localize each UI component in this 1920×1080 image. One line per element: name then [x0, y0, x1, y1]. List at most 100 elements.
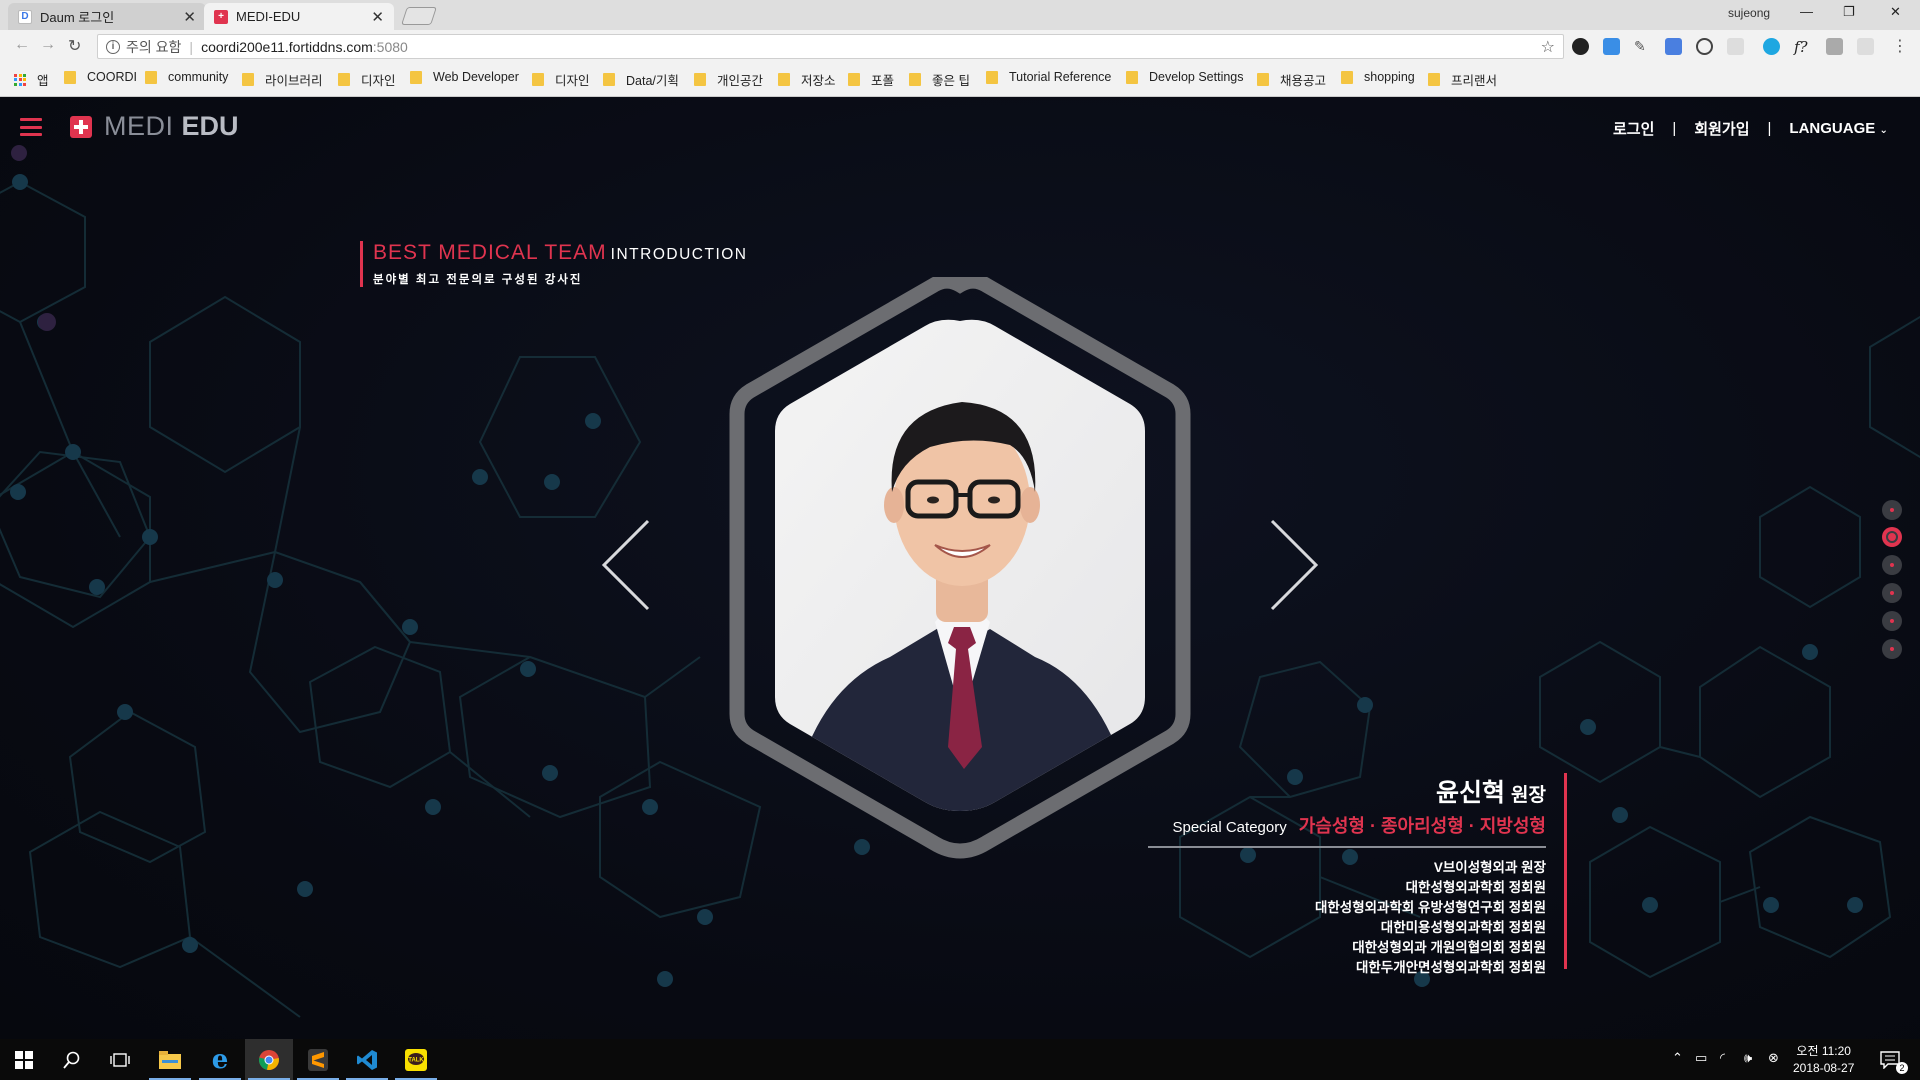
chrome-icon[interactable]	[245, 1039, 293, 1080]
apps-grid-icon	[14, 73, 26, 86]
chevron-up-icon[interactable]: ⌃	[1672, 1050, 1683, 1066]
font-extension-icon[interactable]: f?	[1794, 38, 1811, 56]
file-explorer-icon[interactable]	[146, 1039, 194, 1080]
extension-icon-7[interactable]	[1763, 38, 1780, 55]
url-host: coordi200e11.fortiddns.com	[201, 38, 373, 55]
folder-icon	[532, 73, 544, 86]
chevron-down-icon: ⌄	[1879, 125, 1888, 136]
next-arrow-icon[interactable]	[1266, 517, 1322, 613]
extension-icon-5[interactable]	[1696, 38, 1713, 55]
nav-divider: |	[1672, 120, 1677, 137]
slide-dot-2[interactable]	[1882, 527, 1902, 547]
notification-badge: 2	[1896, 1062, 1908, 1074]
reload-icon[interactable]: ↻	[68, 36, 81, 56]
slide-dot-6[interactable]	[1882, 639, 1902, 659]
signup-link[interactable]: 회원가입	[1694, 118, 1749, 139]
new-tab-button[interactable]	[401, 7, 437, 25]
windows-start-icon[interactable]	[0, 1039, 48, 1080]
search-icon[interactable]	[48, 1039, 96, 1080]
bookmark-folder[interactable]: Tutorial Reference	[986, 70, 1111, 84]
bookmark-star-icon[interactable]: ☆	[1541, 37, 1555, 57]
bookmark-label: Develop Settings	[1149, 70, 1244, 84]
close-tab-icon[interactable]: ✕	[183, 8, 196, 26]
bookmark-folder[interactable]: Data/기획	[603, 70, 679, 89]
wifi-icon[interactable]: ◜	[1720, 1050, 1725, 1066]
eyedropper-icon[interactable]: ✎	[1634, 38, 1651, 55]
bookmark-folder[interactable]: 포폴	[848, 70, 894, 89]
nav-divider: |	[1767, 120, 1772, 137]
slide-dot-1[interactable]	[1882, 500, 1902, 520]
slide-dot-4[interactable]	[1882, 583, 1902, 603]
profile-accent-bar	[1564, 773, 1567, 969]
prev-arrow-icon[interactable]	[598, 517, 654, 613]
extension-icon-6[interactable]	[1727, 38, 1744, 55]
info-icon[interactable]: i	[106, 39, 120, 54]
action-center-icon[interactable]: 2	[1868, 1039, 1912, 1080]
battery-icon[interactable]: ▭	[1695, 1050, 1707, 1066]
svg-text:TALK: TALK	[408, 1057, 424, 1063]
login-link[interactable]: 로그인	[1613, 118, 1654, 139]
language-selector[interactable]: LANGUAGE ⌄	[1789, 120, 1887, 137]
folder-icon	[145, 70, 157, 84]
extension-icon-9[interactable]	[1826, 38, 1843, 55]
network-disconnected-icon[interactable]: ⊗	[1768, 1050, 1779, 1066]
logo-text-edu: EDU	[181, 111, 239, 141]
page-viewport: MEDI EDU 로그인 | 회원가입 | LANGUAGE ⌄ BEST ME…	[0, 97, 1920, 1039]
task-view-icon[interactable]	[96, 1039, 144, 1080]
bookmark-label: shopping	[1364, 70, 1415, 84]
bookmark-folder[interactable]: shopping	[1341, 70, 1415, 84]
bookmark-folder[interactable]: 좋은 팁	[909, 70, 970, 89]
tab-title: Daum 로그인	[40, 10, 115, 25]
bookmark-folder[interactable]: 개인공간	[694, 70, 763, 89]
bookmark-folder[interactable]: 디자인	[338, 70, 396, 89]
bookmark-folder[interactable]: 프리랜서	[1428, 70, 1497, 89]
folder-icon	[603, 73, 615, 86]
folder-icon	[410, 70, 422, 84]
sublime-text-icon[interactable]	[294, 1039, 342, 1080]
profile-name[interactable]: sujeong	[1728, 6, 1770, 20]
bookmark-apps[interactable]: 앱	[14, 70, 49, 89]
menu-hamburger-icon[interactable]	[20, 118, 42, 136]
slide-dot-5[interactable]	[1882, 611, 1902, 631]
bookmark-label: 채용공고	[1280, 74, 1327, 88]
system-clock[interactable]: 오전 11:20 2018-08-27	[1793, 1043, 1854, 1077]
close-window-icon[interactable]: ✕	[1890, 4, 1901, 20]
bookmark-folder[interactable]: 저장소	[778, 70, 836, 89]
chrome-menu-icon[interactable]: ⋮	[1892, 36, 1908, 56]
category-label: Special Category	[1172, 819, 1287, 836]
minimize-icon[interactable]: —	[1800, 4, 1813, 19]
volume-icon[interactable]: 🕪	[1744, 1050, 1752, 1066]
site-logo[interactable]: MEDI EDU	[70, 111, 239, 142]
vscode-icon[interactable]	[343, 1039, 391, 1080]
tab-medi-edu[interactable]: + MEDI-EDU ✕	[204, 3, 394, 30]
bookmark-folder[interactable]: Web Developer	[410, 70, 519, 84]
tab-daum-login[interactable]: D Daum 로그인 ✕	[8, 3, 206, 30]
address-bar[interactable]: i 주의 요함 | coordi200e11.fortiddns.com:508…	[97, 34, 1564, 59]
back-icon[interactable]: ←	[14, 36, 30, 54]
bookmark-folder[interactable]: COORDI	[64, 70, 137, 84]
extension-icon-10[interactable]	[1857, 38, 1874, 55]
bookmark-folder[interactable]: Develop Settings	[1126, 70, 1244, 84]
slide-dot-3[interactable]	[1882, 555, 1902, 575]
folder-icon	[242, 73, 254, 86]
medi-edu-favicon: +	[214, 9, 228, 24]
extension-icon-1[interactable]	[1572, 38, 1589, 55]
clock-date: 2018-08-27	[1793, 1061, 1855, 1075]
career-item: 대한두개안면성형외과학회 정회원	[1355, 960, 1546, 975]
forward-icon[interactable]: →	[40, 36, 56, 54]
career-item: 대한성형외과학회 정회원	[1405, 880, 1546, 895]
folder-icon	[338, 73, 350, 86]
close-tab-icon[interactable]: ✕	[371, 8, 384, 26]
bookmark-folder[interactable]: 디자인	[532, 70, 590, 89]
browser-toolbar: ← → ↻ i 주의 요함 | coordi200e11.fortiddns.c…	[0, 30, 1920, 63]
internet-explorer-icon[interactable]: e	[196, 1039, 244, 1080]
translate-icon[interactable]	[1665, 38, 1682, 55]
bookmark-folder[interactable]: 라이브러리	[242, 70, 323, 89]
kakaotalk-icon[interactable]: TALK	[392, 1039, 440, 1080]
bookmark-folder[interactable]: community	[145, 70, 228, 84]
bookmark-folder[interactable]: 채용공고	[1257, 70, 1326, 89]
download-extension-icon[interactable]	[1603, 38, 1620, 55]
maximize-icon[interactable]: ❐	[1843, 4, 1855, 20]
doctor-title: 원장	[1511, 785, 1546, 806]
bookmark-label: 디자인	[555, 74, 590, 88]
